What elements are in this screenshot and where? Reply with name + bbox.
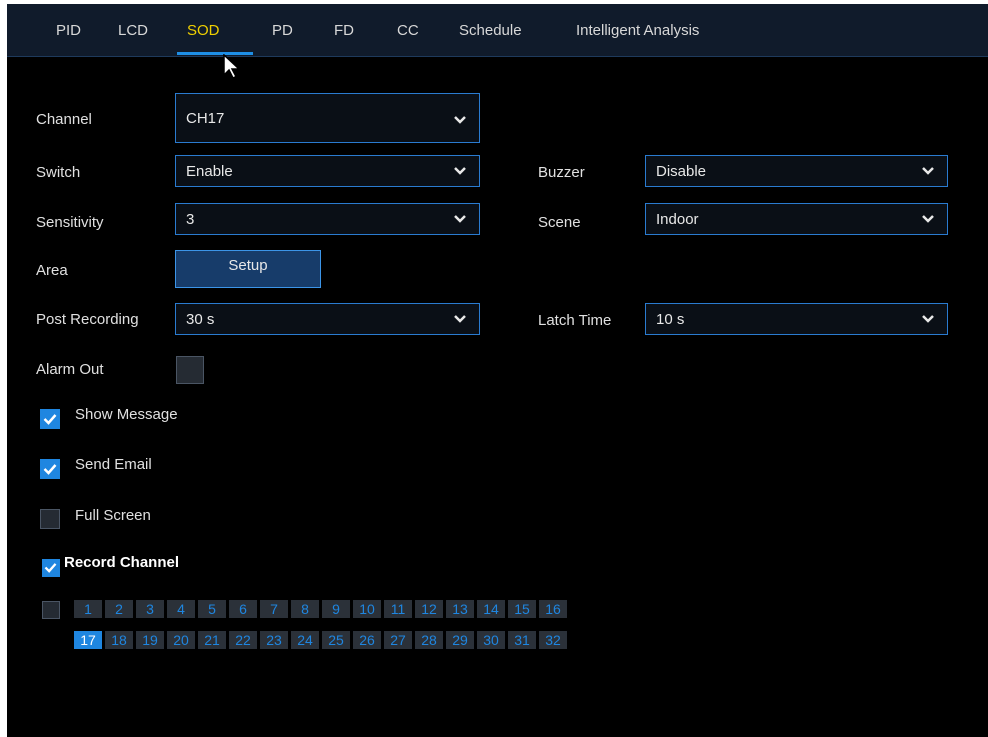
channel-toggle-28[interactable]: 28 xyxy=(415,631,443,649)
scene-value: Indoor xyxy=(656,211,699,228)
latch-time-value: 10 s xyxy=(656,311,685,328)
channel-value: CH17 xyxy=(186,110,225,127)
buzzer-select[interactable]: Disable xyxy=(645,155,948,187)
channel-toggle-6[interactable]: 6 xyxy=(229,600,257,618)
post-recording-value: 30 s xyxy=(186,311,215,328)
settings-window: PID LCD SOD PD FD CC Schedule Intelligen… xyxy=(7,4,988,737)
channel-label: Channel xyxy=(36,111,92,128)
chevron-down-icon xyxy=(454,215,466,223)
area-label: Area xyxy=(36,262,68,279)
latch-time-select[interactable]: 10 s xyxy=(645,303,948,335)
channel-toggle-17[interactable]: 17 xyxy=(74,631,102,649)
checkmark-icon xyxy=(43,414,57,425)
channel-toggle-26[interactable]: 26 xyxy=(353,631,381,649)
channel-toggle-29[interactable]: 29 xyxy=(446,631,474,649)
sensitivity-value: 3 xyxy=(186,211,195,228)
channel-toggle-30[interactable]: 30 xyxy=(477,631,505,649)
channel-toggle-9[interactable]: 9 xyxy=(322,600,350,618)
channel-toggle-12[interactable]: 12 xyxy=(415,600,443,618)
select-all-channels-checkbox[interactable] xyxy=(42,601,60,619)
tab-schedule[interactable]: Schedule xyxy=(459,22,522,39)
channel-toggle-23[interactable]: 23 xyxy=(260,631,288,649)
tab-fd[interactable]: FD xyxy=(334,22,354,39)
sensitivity-label: Sensitivity xyxy=(36,214,104,231)
channel-toggle-4[interactable]: 4 xyxy=(167,600,195,618)
latch-time-label: Latch Time xyxy=(538,312,612,329)
channel-toggle-10[interactable]: 10 xyxy=(353,600,381,618)
channel-toggle-11[interactable]: 11 xyxy=(384,600,412,618)
channel-toggle-13[interactable]: 13 xyxy=(446,600,474,618)
buzzer-label: Buzzer xyxy=(538,164,585,181)
alarm-out-checkbox[interactable] xyxy=(176,356,204,384)
full-screen-checkbox[interactable] xyxy=(40,509,60,529)
chevron-down-icon xyxy=(922,167,934,175)
area-setup-button[interactable]: Setup xyxy=(175,250,321,288)
tab-sod[interactable]: SOD xyxy=(187,22,220,39)
channel-toggle-5[interactable]: 5 xyxy=(198,600,226,618)
scene-label: Scene xyxy=(538,214,581,231)
chevron-down-icon xyxy=(454,315,466,323)
show-message-label: Show Message xyxy=(75,406,178,423)
buzzer-value: Disable xyxy=(656,163,707,180)
channel-toggle-20[interactable]: 20 xyxy=(167,631,195,649)
channel-toggle-18[interactable]: 18 xyxy=(105,631,133,649)
scene-select[interactable]: Indoor xyxy=(645,203,948,235)
show-message-checkbox[interactable] xyxy=(40,409,60,429)
sensitivity-select[interactable]: 3 xyxy=(175,203,480,235)
channel-toggle-31[interactable]: 31 xyxy=(508,631,536,649)
channel-toggle-24[interactable]: 24 xyxy=(291,631,319,649)
channel-toggle-21[interactable]: 21 xyxy=(198,631,226,649)
tab-pd[interactable]: PD xyxy=(272,22,293,39)
checkmark-icon xyxy=(44,563,57,573)
channel-toggle-3[interactable]: 3 xyxy=(136,600,164,618)
channel-toggle-32[interactable]: 32 xyxy=(539,631,567,649)
tab-cc[interactable]: CC xyxy=(397,22,419,39)
channel-toggle-2[interactable]: 2 xyxy=(105,600,133,618)
post-recording-label: Post Recording xyxy=(36,311,139,328)
channel-toggle-15[interactable]: 15 xyxy=(508,600,536,618)
channel-toggle-1[interactable]: 1 xyxy=(74,600,102,618)
channel-toggle-22[interactable]: 22 xyxy=(229,631,257,649)
channel-toggle-16[interactable]: 16 xyxy=(539,600,567,618)
record-channel-checkbox[interactable] xyxy=(42,559,60,577)
channel-toggle-14[interactable]: 14 xyxy=(477,600,505,618)
chevron-down-icon xyxy=(454,116,466,124)
send-email-label: Send Email xyxy=(75,456,152,473)
channel-toggle-8[interactable]: 8 xyxy=(291,600,319,618)
full-screen-label: Full Screen xyxy=(75,507,151,524)
mouse-cursor-icon xyxy=(223,54,241,80)
tab-pid[interactable]: PID xyxy=(56,22,81,39)
tab-lcd[interactable]: LCD xyxy=(118,22,148,39)
record-channel-label: Record Channel xyxy=(64,554,180,571)
switch-value: Enable xyxy=(186,163,233,180)
channel-toggle-7[interactable]: 7 xyxy=(260,600,288,618)
send-email-checkbox[interactable] xyxy=(40,459,60,479)
post-recording-select[interactable]: 30 s xyxy=(175,303,480,335)
chevron-down-icon xyxy=(922,215,934,223)
switch-label: Switch xyxy=(36,164,81,181)
switch-select[interactable]: Enable xyxy=(175,155,480,187)
tab-bar: PID LCD SOD PD FD CC Schedule Intelligen… xyxy=(7,4,988,57)
channel-toggle-25[interactable]: 25 xyxy=(322,631,350,649)
chevron-down-icon xyxy=(454,167,466,175)
chevron-down-icon xyxy=(922,315,934,323)
tab-intelligent-analysis[interactable]: Intelligent Analysis xyxy=(576,22,699,39)
channel-toggle-27[interactable]: 27 xyxy=(384,631,412,649)
channel-toggle-19[interactable]: 19 xyxy=(136,631,164,649)
checkmark-icon xyxy=(43,464,57,475)
channel-select[interactable]: CH17 xyxy=(175,93,480,143)
alarm-out-label: Alarm Out xyxy=(36,361,104,378)
